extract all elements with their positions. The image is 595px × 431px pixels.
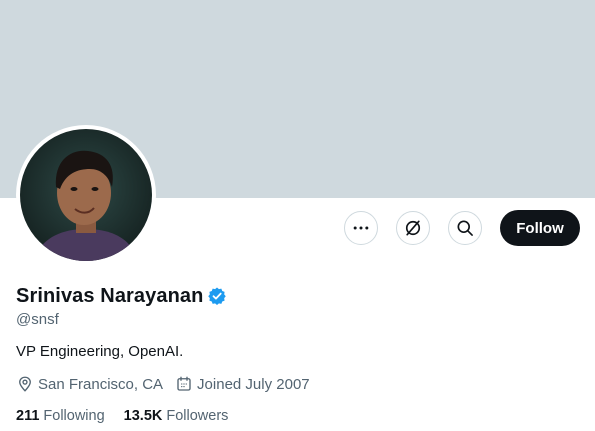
join-date: Joined July 2007 (175, 375, 310, 393)
profile-meta: San Francisco, CA Joined July 2007 (16, 375, 576, 393)
join-date-text: Joined July 2007 (197, 375, 310, 393)
more-icon (353, 226, 369, 230)
verified-badge-icon[interactable] (207, 286, 227, 306)
followers-count: 13.5K (123, 408, 163, 424)
follow-button[interactable]: Follow (500, 210, 580, 246)
following-count: 211 (16, 408, 40, 424)
display-name: Srinivas Narayanan (16, 284, 204, 307)
followers-label: Followers (166, 408, 229, 424)
profile-photo (20, 129, 152, 261)
following-label: Following (43, 408, 105, 424)
bio: VP Engineering, OpenAI. (16, 343, 184, 360)
grok-button[interactable] (396, 211, 430, 245)
profile-actions: Follow (344, 210, 580, 246)
location-text: San Francisco, CA (38, 375, 164, 393)
calendar-icon (177, 376, 191, 391)
following-link[interactable]: 211 Following (16, 408, 105, 424)
user-handle: @snsf (16, 311, 59, 328)
more-button[interactable] (344, 211, 378, 245)
search-button[interactable] (448, 211, 482, 245)
location: San Francisco, CA (16, 375, 163, 393)
search-icon (457, 220, 473, 236)
profile-info: Srinivas Narayanan @snsf VP Engineering,… (16, 282, 576, 425)
name-row: Srinivas Narayanan (16, 282, 576, 310)
profile-stats: 211 Following 13.5K Followers (16, 408, 576, 424)
profile-header: Follow Srinivas Narayanan @snsf VP Engin… (0, 0, 595, 431)
avatar[interactable] (16, 125, 156, 265)
grok-icon (405, 220, 421, 236)
location-pin-icon (19, 376, 31, 392)
followers-link[interactable]: 13.5K Followers (124, 408, 229, 424)
